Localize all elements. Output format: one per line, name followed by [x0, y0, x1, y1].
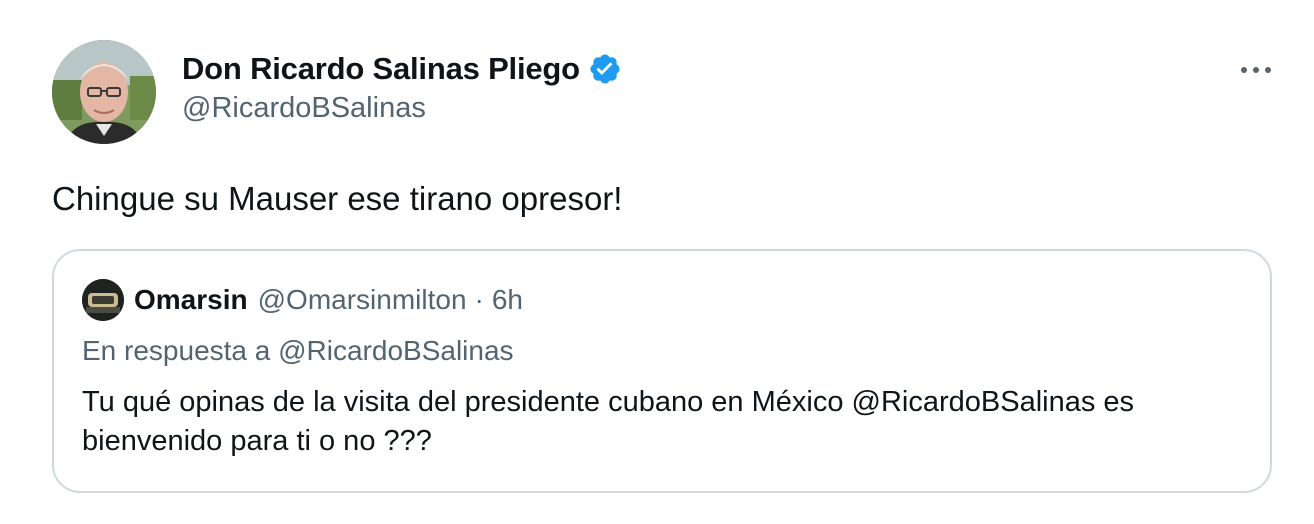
- quoted-author-handle[interactable]: @Omarsinmilton: [258, 284, 467, 316]
- quoted-tweet-text: Tu qué opinas de la visita del president…: [82, 386, 1135, 457]
- tweet-text: Chingue su Mauser ese tirano opresor!: [52, 180, 623, 217]
- reply-context: En respuesta a @RicardoBSalinas: [82, 335, 514, 366]
- verified-badge-icon[interactable]: [588, 52, 622, 86]
- author-handle[interactable]: @RicardoBSalinas: [182, 92, 426, 125]
- tweet: Don Ricardo Salinas Pliego @RicardoBSali…: [0, 0, 1314, 524]
- quoted-tweet-card[interactable]: Omarsin @Omarsinmilton · 6h En respuesta…: [52, 249, 1272, 493]
- author-name-line: Don Ricardo Salinas Pliego: [182, 48, 622, 90]
- quoted-author-name[interactable]: Omarsin: [134, 284, 248, 316]
- author-name[interactable]: Don Ricardo Salinas Pliego: [182, 51, 580, 87]
- quoted-tweet-header: Omarsin @Omarsinmilton · 6h: [82, 279, 523, 321]
- quoted-tweet-time[interactable]: 6h: [492, 284, 523, 316]
- avatar[interactable]: [52, 40, 156, 144]
- separator-dot: ·: [474, 284, 484, 315]
- quoted-author-avatar[interactable]: [82, 279, 124, 321]
- more-horizontal-icon[interactable]: [1236, 58, 1276, 82]
